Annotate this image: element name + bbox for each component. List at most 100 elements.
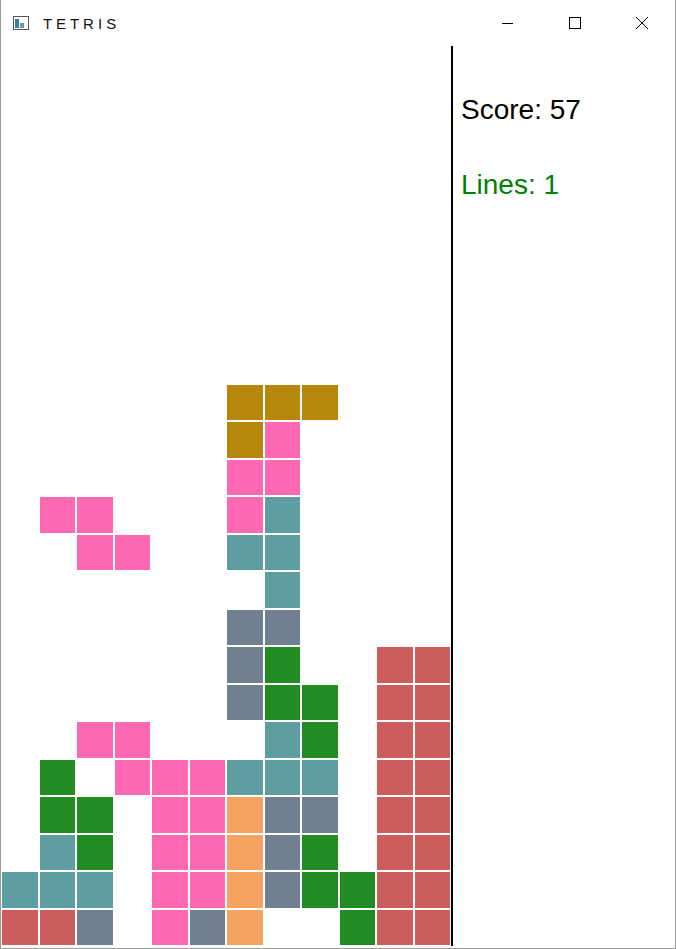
- empty-cell: [226, 721, 264, 759]
- block-cell: [264, 759, 302, 797]
- empty-cell: [114, 834, 152, 872]
- block-cell: [226, 534, 264, 572]
- empty-cell: [76, 234, 114, 272]
- empty-cell: [414, 46, 452, 84]
- empty-cell: [189, 234, 227, 272]
- empty-cell: [414, 571, 452, 609]
- block-cell: [1, 909, 39, 947]
- empty-cell: [414, 496, 452, 534]
- empty-cell: [114, 384, 152, 422]
- block-cell: [414, 796, 452, 834]
- empty-cell: [1, 346, 39, 384]
- block-cell: [226, 421, 264, 459]
- close-button[interactable]: [608, 0, 675, 46]
- minimize-button[interactable]: [474, 0, 541, 46]
- empty-cell: [226, 196, 264, 234]
- empty-cell: [376, 234, 414, 272]
- empty-cell: [189, 646, 227, 684]
- block-cell: [301, 871, 339, 909]
- empty-cell: [39, 346, 77, 384]
- empty-cell: [301, 309, 339, 347]
- empty-cell: [376, 609, 414, 647]
- block-cell: [226, 871, 264, 909]
- empty-cell: [39, 421, 77, 459]
- empty-cell: [414, 309, 452, 347]
- block-cell: [264, 721, 302, 759]
- block-cell: [264, 684, 302, 722]
- block-cell: [226, 496, 264, 534]
- empty-cell: [114, 871, 152, 909]
- empty-cell: [264, 271, 302, 309]
- block-cell: [226, 796, 264, 834]
- empty-cell: [264, 196, 302, 234]
- empty-cell: [76, 84, 114, 122]
- empty-cell: [1, 571, 39, 609]
- block-cell: [189, 834, 227, 872]
- maximize-icon: [569, 17, 581, 29]
- block-cell: [301, 834, 339, 872]
- empty-cell: [114, 346, 152, 384]
- empty-cell: [301, 571, 339, 609]
- block-cell: [376, 871, 414, 909]
- empty-cell: [264, 346, 302, 384]
- block-cell: [151, 871, 189, 909]
- block-cell: [226, 834, 264, 872]
- empty-cell: [301, 609, 339, 647]
- empty-cell: [339, 684, 377, 722]
- empty-cell: [1, 796, 39, 834]
- empty-cell: [189, 721, 227, 759]
- empty-cell: [301, 159, 339, 197]
- empty-cell: [189, 121, 227, 159]
- empty-cell: [339, 796, 377, 834]
- empty-cell: [264, 234, 302, 272]
- empty-cell: [76, 684, 114, 722]
- empty-cell: [376, 571, 414, 609]
- empty-cell: [39, 121, 77, 159]
- block-cell: [39, 909, 77, 947]
- empty-cell: [1, 234, 39, 272]
- empty-cell: [76, 421, 114, 459]
- empty-cell: [301, 496, 339, 534]
- empty-cell: [376, 534, 414, 572]
- empty-cell: [189, 684, 227, 722]
- block-cell: [114, 759, 152, 797]
- empty-cell: [339, 534, 377, 572]
- empty-cell: [189, 609, 227, 647]
- block-cell: [189, 796, 227, 834]
- minimize-icon: [502, 18, 513, 29]
- empty-cell: [1, 121, 39, 159]
- block-cell: [189, 871, 227, 909]
- block-cell: [39, 496, 77, 534]
- empty-cell: [376, 459, 414, 497]
- empty-cell: [301, 459, 339, 497]
- empty-cell: [301, 121, 339, 159]
- empty-cell: [339, 121, 377, 159]
- empty-cell: [151, 421, 189, 459]
- empty-cell: [1, 46, 39, 84]
- empty-cell: [376, 196, 414, 234]
- empty-cell: [1, 309, 39, 347]
- empty-cell: [414, 234, 452, 272]
- block-cell: [76, 909, 114, 947]
- block-cell: [376, 834, 414, 872]
- empty-cell: [1, 384, 39, 422]
- app-icon: [13, 16, 29, 30]
- empty-cell: [151, 196, 189, 234]
- empty-cell: [114, 421, 152, 459]
- empty-cell: [339, 759, 377, 797]
- block-cell: [264, 609, 302, 647]
- empty-cell: [339, 234, 377, 272]
- lines-label: Lines: 1: [461, 169, 675, 201]
- title-bar[interactable]: T E T R I S: [1, 0, 675, 46]
- block-cell: [226, 384, 264, 422]
- block-cell: [264, 534, 302, 572]
- empty-cell: [114, 796, 152, 834]
- empty-cell: [264, 121, 302, 159]
- empty-cell: [264, 309, 302, 347]
- block-cell: [1, 871, 39, 909]
- empty-cell: [1, 759, 39, 797]
- empty-cell: [376, 384, 414, 422]
- empty-cell: [39, 84, 77, 122]
- block-cell: [226, 459, 264, 497]
- maximize-button[interactable]: [541, 0, 608, 46]
